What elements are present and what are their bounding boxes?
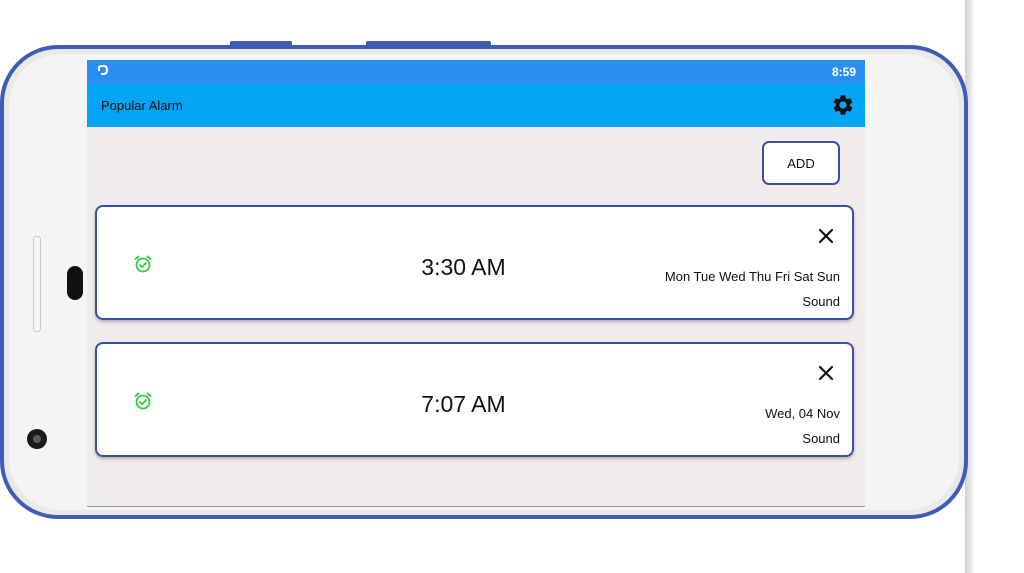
notification-app-icon — [98, 65, 109, 75]
close-icon[interactable] — [817, 364, 835, 382]
alarm-sound[interactable]: Sound — [802, 431, 840, 446]
alarm-time[interactable]: 7:07 AM — [97, 391, 830, 418]
gear-icon[interactable] — [831, 93, 855, 117]
add-alarm-button[interactable]: ADD — [762, 141, 840, 185]
alarm-date[interactable]: Wed, 04 Nov — [765, 406, 840, 421]
alarm-card[interactable]: 3:30 AM Mon Tue Wed Thu Fri Sat Sun Soun… — [95, 205, 854, 320]
close-icon[interactable] — [817, 227, 835, 245]
status-time: 8:59 — [831, 65, 856, 79]
alarm-repeat-days[interactable]: Mon Tue Wed Thu Fri Sat Sun — [665, 269, 840, 284]
front-camera — [27, 429, 47, 449]
app-title: Popular Alarm — [101, 98, 183, 113]
alarm-sound[interactable]: Sound — [802, 294, 840, 309]
app-screen: 8:59 Popular Alarm ADD 3:30 AM Mon Tue W… — [87, 60, 865, 507]
app-bar: Popular Alarm — [87, 84, 865, 127]
status-bar: 8:59 — [87, 60, 865, 84]
phone-speaker — [67, 266, 83, 300]
phone-side-slot — [33, 236, 41, 332]
alarm-card[interactable]: 7:07 AM Wed, 04 Nov Sound — [95, 342, 854, 457]
